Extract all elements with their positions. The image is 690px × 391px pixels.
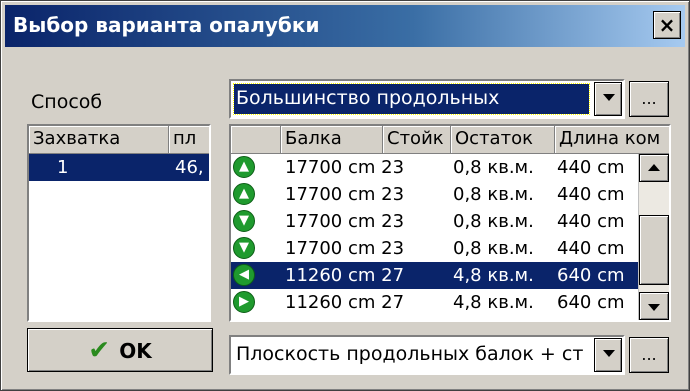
dialog-title: Выбор варианта опалубки [13, 13, 320, 37]
ok-button-label: OK [119, 338, 152, 363]
variant-row[interactable]: ▲ 17700 cm 23 0,8 кв.м. 440 cm [231, 154, 641, 181]
variant-remainder: 0,8 кв.м. [453, 157, 534, 178]
plane-more-button[interactable]: ... [629, 337, 669, 373]
variants-table[interactable]: Балка Стойк Остаток Длина ком ▲ 17700 cm… [229, 124, 671, 322]
scroll-down-button[interactable] [639, 292, 669, 320]
variant-beam: 17700 cm 23 [285, 184, 405, 205]
variants-header-remainder[interactable]: Остаток [451, 126, 555, 154]
variant-row-selected[interactable]: ◀ 11260 cm 27 4,8 кв.м. 640 cm [231, 262, 641, 289]
method-more-button[interactable]: ... [629, 81, 669, 117]
variants-header-icon[interactable] [231, 126, 281, 154]
variant-length: 440 cm [557, 157, 625, 178]
variants-header-beam[interactable]: Балка [281, 126, 383, 154]
method-dropdown[interactable]: Большинство продольных [229, 79, 625, 119]
variant-remainder: 0,8 кв.м. [453, 238, 534, 259]
zone-area: 46, [175, 157, 204, 178]
variant-row[interactable]: ▶ 11260 cm 27 4,8 кв.м. 640 cm [231, 289, 641, 316]
plane-selected-value: Плоскость продольных балок + ст [236, 343, 584, 365]
zones-list[interactable]: Захватка пл 1 46, [27, 124, 211, 322]
arrow-down-icon: ▼ [233, 237, 255, 259]
plane-dropdown[interactable]: Плоскость продольных балок + ст [229, 335, 625, 375]
scroll-thumb[interactable] [639, 215, 669, 285]
arrow-down-icon: ▼ [233, 210, 255, 232]
chevron-down-icon [648, 304, 660, 311]
variant-remainder: 4,8 кв.м. [453, 265, 534, 286]
zones-row[interactable]: 1 46, [29, 154, 209, 181]
variants-scrollbar[interactable] [638, 154, 669, 320]
chevron-up-icon [648, 164, 660, 171]
variant-length: 440 cm [557, 238, 625, 259]
variant-row[interactable]: ▼ 17700 cm 23 0,8 кв.м. 440 cm [231, 208, 641, 235]
variant-length: 640 cm [557, 292, 625, 313]
dialog-window: Выбор варианта опалубки × Способ Большин… [0, 0, 690, 391]
scroll-up-button[interactable] [639, 154, 669, 182]
method-selected-value: Большинство продольных [233, 83, 590, 115]
variant-beam: 17700 cm 23 [285, 238, 405, 259]
variant-beam: 17700 cm 23 [285, 157, 405, 178]
variant-remainder: 4,8 кв.м. [453, 292, 534, 313]
variants-header-length[interactable]: Длина ком [555, 126, 669, 154]
title-bar[interactable]: Выбор варианта опалубки × [5, 5, 685, 47]
checkmark-icon: ✔ [88, 335, 111, 366]
variant-length: 440 cm [557, 184, 625, 205]
variant-beam: 17700 cm 23 [285, 211, 405, 232]
chevron-down-icon [603, 350, 615, 357]
close-button[interactable]: × [653, 11, 681, 39]
ok-button[interactable]: ✔ OK [27, 328, 213, 372]
variant-remainder: 0,8 кв.м. [453, 184, 534, 205]
variant-length: 440 cm [557, 211, 625, 232]
zones-header-zone[interactable]: Захватка [29, 126, 169, 154]
variant-row[interactable]: ▲ 17700 cm 23 0,8 кв.м. 440 cm [231, 181, 641, 208]
arrow-right-icon: ▶ [233, 291, 255, 313]
zones-header-area[interactable]: пл [169, 126, 209, 154]
variant-remainder: 0,8 кв.м. [453, 211, 534, 232]
method-label: Способ [31, 91, 103, 113]
arrow-left-icon: ◀ [233, 264, 255, 286]
zone-number: 1 [57, 157, 69, 178]
variant-beam: 11260 cm 27 [285, 292, 405, 313]
arrow-up-icon: ▲ [233, 156, 255, 178]
variant-beam: 11260 cm 27 [285, 265, 405, 286]
plane-dropdown-arrow[interactable] [594, 338, 622, 372]
method-dropdown-arrow[interactable] [594, 82, 622, 116]
variant-row[interactable]: ▼ 17700 cm 23 0,8 кв.м. 440 cm [231, 235, 641, 262]
variants-header-props[interactable]: Стойк [383, 126, 451, 154]
arrow-up-icon: ▲ [233, 183, 255, 205]
chevron-down-icon [603, 94, 615, 101]
variant-length: 640 cm [557, 265, 625, 286]
